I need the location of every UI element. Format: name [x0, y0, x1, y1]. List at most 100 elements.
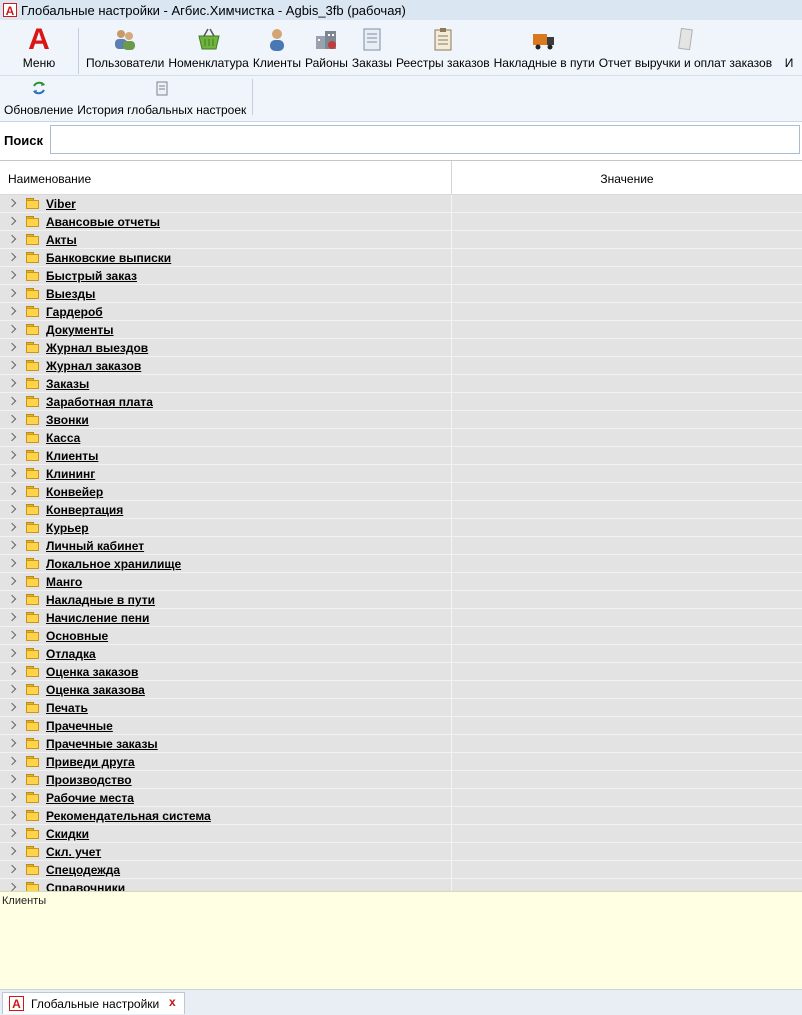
tree-row[interactable]: Скл. учет: [0, 843, 802, 861]
tree-row[interactable]: Накладные в пути: [0, 591, 802, 609]
tree-row[interactable]: Заработная плата: [0, 393, 802, 411]
tab-global-settings[interactable]: A Глобальные настройки x: [2, 992, 185, 1014]
chevron-right-icon[interactable]: [7, 864, 17, 874]
chevron-right-icon[interactable]: [7, 810, 17, 820]
tree-row[interactable]: Конвейер: [0, 483, 802, 501]
chevron-right-icon[interactable]: [7, 342, 17, 352]
chevron-right-icon[interactable]: [7, 270, 17, 280]
tree-row[interactable]: Локальное хранилище: [0, 555, 802, 573]
chevron-right-icon[interactable]: [7, 288, 17, 298]
chevron-right-icon[interactable]: [7, 558, 17, 568]
tree-row[interactable]: Заказы: [0, 375, 802, 393]
tree-row[interactable]: Viber: [0, 195, 802, 213]
tree-row[interactable]: Гардероб: [0, 303, 802, 321]
revenue-report-button[interactable]: Отчет выручки и оплат заказов: [597, 26, 774, 76]
chevron-right-icon[interactable]: [7, 504, 17, 514]
chevron-right-icon[interactable]: [7, 216, 17, 226]
chevron-right-icon[interactable]: [7, 882, 17, 891]
chevron-right-icon[interactable]: [7, 738, 17, 748]
tree-row[interactable]: Клининг: [0, 465, 802, 483]
chevron-right-icon[interactable]: [7, 702, 17, 712]
tree-row[interactable]: Скидки: [0, 825, 802, 843]
chevron-right-icon[interactable]: [7, 792, 17, 802]
tree-row[interactable]: Начисление пени: [0, 609, 802, 627]
ribbon-row-divider: [0, 75, 802, 76]
tree-row[interactable]: Рекомендательная система: [0, 807, 802, 825]
tree-row[interactable]: Приведи друга: [0, 753, 802, 771]
tree-row[interactable]: Быстрый заказ: [0, 267, 802, 285]
tree-row[interactable]: Оценка заказов: [0, 663, 802, 681]
row-column-separator: [451, 267, 452, 285]
clients-button[interactable]: Клиенты: [251, 26, 303, 76]
chevron-right-icon[interactable]: [7, 306, 17, 316]
chevron-right-icon[interactable]: [7, 846, 17, 856]
tree-row[interactable]: Отладка: [0, 645, 802, 663]
chevron-right-icon[interactable]: [7, 450, 17, 460]
tree-row[interactable]: Конвертация: [0, 501, 802, 519]
chevron-right-icon[interactable]: [7, 414, 17, 424]
tree-row[interactable]: Спецодежда: [0, 861, 802, 879]
tree-row[interactable]: Акты: [0, 231, 802, 249]
tree-row[interactable]: Касса: [0, 429, 802, 447]
chevron-right-icon[interactable]: [7, 234, 17, 244]
chevron-right-icon[interactable]: [7, 720, 17, 730]
chevron-right-icon[interactable]: [7, 360, 17, 370]
chevron-right-icon[interactable]: [7, 252, 17, 262]
chevron-right-icon[interactable]: [7, 612, 17, 622]
column-header-value[interactable]: Значение: [452, 172, 802, 186]
column-header-name[interactable]: Наименование: [8, 172, 91, 186]
tree-row-label: Локальное хранилище: [46, 557, 182, 571]
tree-row[interactable]: Авансовые отчеты: [0, 213, 802, 231]
tree-row[interactable]: Производство: [0, 771, 802, 789]
tree-row[interactable]: Манго: [0, 573, 802, 591]
tree-row[interactable]: Звонки: [0, 411, 802, 429]
chevron-right-icon[interactable]: [7, 396, 17, 406]
order-registries-button[interactable]: Реестры заказов: [394, 26, 492, 76]
chevron-right-icon[interactable]: [7, 576, 17, 586]
tree-row[interactable]: Документы: [0, 321, 802, 339]
chevron-right-icon[interactable]: [7, 756, 17, 766]
chevron-right-icon[interactable]: [7, 378, 17, 388]
tree-row[interactable]: Оценка заказова: [0, 681, 802, 699]
chevron-right-icon[interactable]: [7, 486, 17, 496]
tree-row[interactable]: Выезды: [0, 285, 802, 303]
tree-row[interactable]: Справочники: [0, 879, 802, 891]
tree-row[interactable]: Курьер: [0, 519, 802, 537]
tree-row[interactable]: Журнал заказов: [0, 357, 802, 375]
tree-row[interactable]: Основные: [0, 627, 802, 645]
chevron-right-icon[interactable]: [7, 774, 17, 784]
more-button[interactable]: И: [774, 26, 802, 76]
chevron-right-icon[interactable]: [7, 828, 17, 838]
orders-button[interactable]: Заказы: [350, 26, 394, 76]
chevron-right-icon[interactable]: [7, 684, 17, 694]
nomenclature-button[interactable]: Номенклатура: [166, 26, 251, 76]
tree-row[interactable]: Прачечные заказы: [0, 735, 802, 753]
tree-row[interactable]: Печать: [0, 699, 802, 717]
chevron-right-icon[interactable]: [7, 594, 17, 604]
chevron-right-icon[interactable]: [7, 540, 17, 550]
tree-row-label: Выезды: [46, 287, 96, 301]
waybills-button[interactable]: Накладные в пути: [492, 26, 597, 76]
tree-row[interactable]: Личный кабинет: [0, 537, 802, 555]
tree-row-label: Клиенты: [46, 449, 99, 463]
menu-button[interactable]: A Меню: [6, 25, 72, 76]
settings-history-button[interactable]: История глобальных настроек: [75, 79, 248, 117]
tree-row[interactable]: Рабочие места: [0, 789, 802, 807]
users-button[interactable]: Пользователи: [84, 26, 166, 76]
chevron-right-icon[interactable]: [7, 666, 17, 676]
chevron-right-icon[interactable]: [7, 522, 17, 532]
chevron-right-icon[interactable]: [7, 324, 17, 334]
refresh-button[interactable]: Обновление: [2, 79, 75, 117]
tree-row[interactable]: Банковские выписки: [0, 249, 802, 267]
chevron-right-icon[interactable]: [7, 432, 17, 442]
tree-row[interactable]: Клиенты: [0, 447, 802, 465]
chevron-right-icon[interactable]: [7, 198, 17, 208]
chevron-right-icon[interactable]: [7, 468, 17, 478]
tree-row[interactable]: Журнал выездов: [0, 339, 802, 357]
districts-button[interactable]: Районы: [303, 26, 350, 76]
tree-row[interactable]: Прачечные: [0, 717, 802, 735]
chevron-right-icon[interactable]: [7, 648, 17, 658]
close-icon[interactable]: x: [169, 995, 176, 1009]
search-input[interactable]: [50, 125, 800, 154]
chevron-right-icon[interactable]: [7, 630, 17, 640]
